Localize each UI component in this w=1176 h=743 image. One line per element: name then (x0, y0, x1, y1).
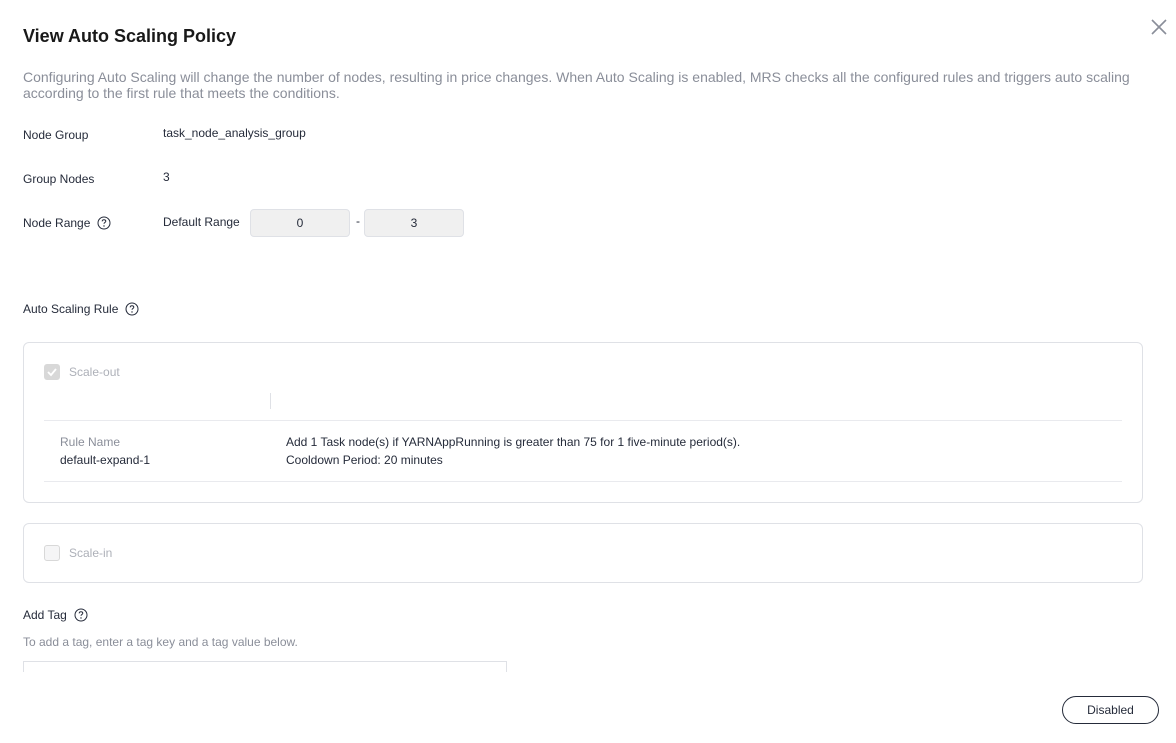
scale-out-checkbox[interactable] (44, 364, 60, 380)
check-icon (47, 368, 57, 377)
rule-name-value: default-expand-1 (60, 453, 151, 467)
auto-scaling-rule-label: Auto Scaling Rule (23, 302, 139, 316)
group-nodes-label: Group Nodes (23, 172, 94, 186)
rule-name-header: Rule Name (60, 435, 121, 449)
node-group-label-text: Node Group (23, 128, 89, 142)
auto-scaling-rule-label-text: Auto Scaling Rule (23, 302, 119, 316)
range-max-input[interactable]: 3 (364, 209, 464, 237)
scale-out-panel: Scale-out Rule Name default-expand-1 Add… (23, 342, 1143, 503)
table-header-line (44, 420, 1122, 421)
column-divider (270, 393, 271, 409)
tag-hint: To add a tag, enter a tag key and a tag … (23, 635, 298, 649)
range-min-input[interactable]: 0 (250, 209, 350, 237)
disabled-button[interactable]: Disabled (1062, 696, 1159, 724)
tag-table (23, 661, 507, 672)
default-range-label: Default Range (163, 215, 240, 229)
table-row-line (44, 481, 1122, 482)
rule-cooldown: Cooldown Period: 20 minutes (286, 453, 443, 467)
add-tag-label: Add Tag (23, 608, 88, 622)
group-nodes-value: 3 (163, 170, 170, 184)
scaling-notice: Configuring Auto Scaling will change the… (23, 69, 1130, 101)
add-tag-label-text: Add Tag (23, 608, 67, 622)
scale-out-label: Scale-out (69, 365, 120, 379)
scale-in-label: Scale-in (69, 546, 113, 560)
help-circle-icon[interactable] (125, 302, 139, 316)
node-range-label-text: Node Range (23, 216, 91, 230)
close-icon[interactable] (1148, 16, 1170, 38)
range-separator: - (356, 214, 360, 228)
help-circle-icon[interactable] (74, 608, 88, 622)
node-group-label: Node Group (23, 128, 88, 142)
rule-description: Add 1 Task node(s) if YARNAppRunning is … (286, 435, 741, 449)
node-range-label: Node Range (23, 216, 111, 230)
group-nodes-label-text: Group Nodes (23, 172, 95, 186)
dialog-title: View Auto Scaling Policy (23, 26, 237, 46)
scale-in-panel: Scale-in (23, 523, 1143, 583)
scale-in-checkbox[interactable] (44, 545, 60, 561)
help-circle-icon[interactable] (97, 216, 111, 230)
node-group-value: task_node_analysis_group (163, 126, 306, 140)
